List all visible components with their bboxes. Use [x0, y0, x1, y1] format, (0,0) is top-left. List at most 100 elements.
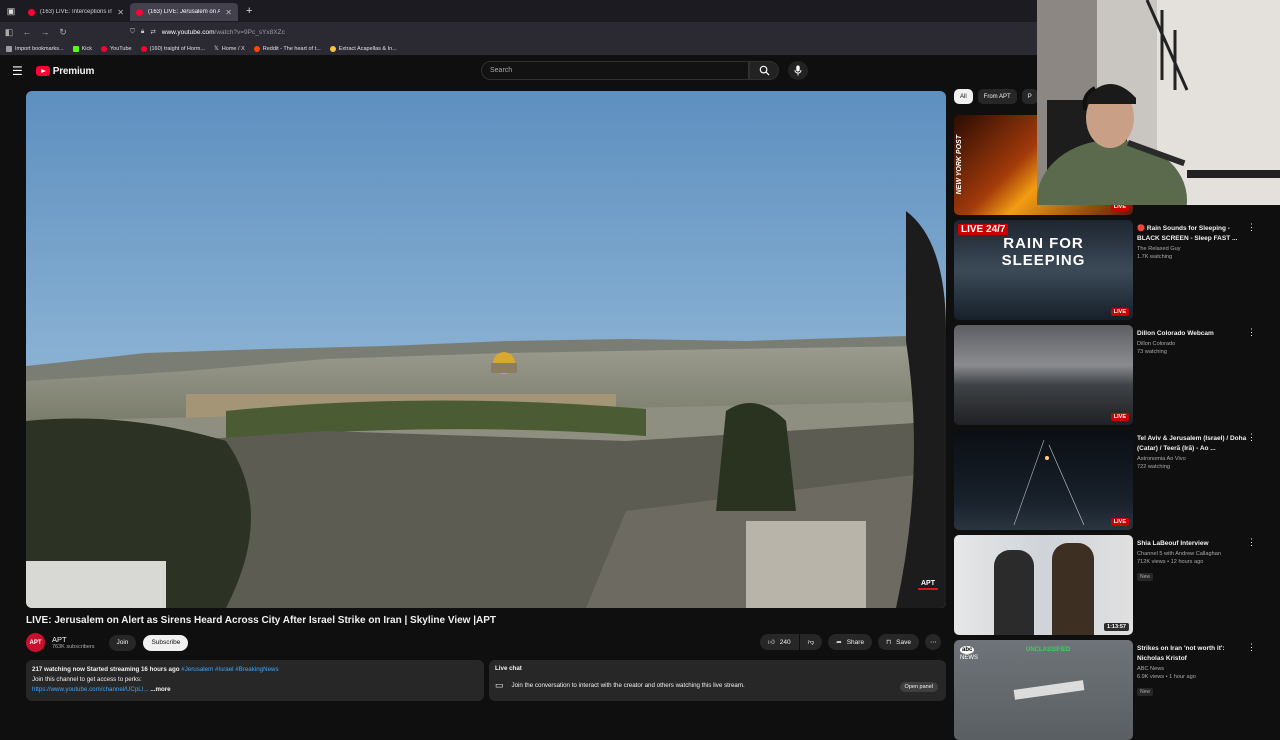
permissions-icon[interactable]: ⇄ — [150, 28, 155, 36]
forward-icon[interactable]: → — [36, 27, 54, 37]
sidebar-panel-icon[interactable]: ◧ — [0, 27, 18, 38]
chip-more[interactable]: P — [1021, 89, 1038, 104]
more-options-icon[interactable]: ⋮ — [1247, 642, 1256, 653]
url-bar[interactable]: ⛉ 🔒︎ ⇄ www.youtube.com/watch?v=9Pc_sYx8X… — [130, 28, 285, 36]
subscribe-button[interactable]: Subscribe — [143, 634, 189, 651]
webcam-frame — [1037, 0, 1280, 205]
new-tab-icon[interactable]: + — [238, 5, 260, 17]
recommendation-info: 🔴 Rain Sounds for Sleeping - BLACK SCREE… — [1137, 224, 1247, 260]
tab-label: (163) LIVE: Interceptions in Tel — [40, 9, 113, 15]
close-tab-icon[interactable]: ✕ — [225, 8, 232, 17]
channel-avatar[interactable]: APT — [26, 633, 45, 652]
new-badge: New — [1137, 573, 1154, 581]
sidebar-toggle-icon[interactable]: ▣ — [0, 0, 22, 22]
more-options-icon[interactable]: ⋮ — [1247, 327, 1256, 338]
description-line: Join this channel to get access to perks… — [32, 676, 142, 683]
recommendation-meta: 722 watching — [1137, 464, 1170, 470]
bookmark-acapellas[interactable]: Extract Acapellas & In... — [329, 45, 397, 52]
missile-trails — [1013, 439, 1085, 526]
bookmark-import[interactable]: Import bookmarks... — [6, 45, 64, 52]
more-options-icon[interactable]: ⋮ — [1247, 222, 1256, 233]
recommendation-title[interactable]: Tel Aviv & Jerusalem (Israel) / Doha (Ca… — [1137, 434, 1247, 454]
thumbnail-text: abc UNCLASSIFIED NEWS — [960, 646, 1071, 661]
recommendation-title[interactable]: Strikes on Iran 'not worth it': Nicholas… — [1137, 644, 1247, 664]
bookmark-x[interactable]: 𝕏 Home / X — [213, 45, 245, 53]
join-button[interactable]: Join — [108, 634, 137, 651]
video-actions: 👍︎ 240 👎︎ ➦ Share ⊓ Save ⋯ — [760, 634, 942, 650]
thumbnail-text: LIVE 24/7 RAIN FOR SLEEPING — [954, 224, 1133, 269]
recommendation-title[interactable]: Shia LaBeouf Interview — [1137, 539, 1247, 549]
url-text[interactable]: www.youtube.com/watch?v=9Pc_sYx8XZc — [162, 29, 285, 36]
x-icon: 𝕏 — [213, 46, 219, 52]
channel-info: APT 763K subscribers — [52, 635, 95, 651]
recommendation-item[interactable]: abc UNCLASSIFIED NEWS Strikes on Iran 'n… — [954, 640, 1280, 740]
search-icon[interactable] — [749, 61, 779, 80]
browser-tab-active[interactable]: (163) LIVE: Jerusalem on Alert a ✕ — [130, 3, 238, 21]
recommendation-channel[interactable]: Channel 5 with Andrew Callaghan — [1137, 551, 1247, 557]
recommendation-item[interactable]: LIVE 24/7 RAIN FOR SLEEPING LIVE 🔴 Rain … — [954, 220, 1280, 320]
video-player[interactable]: APT — [26, 91, 946, 608]
menu-icon[interactable]: ☰ — [12, 64, 23, 78]
youtube-favicon-icon — [136, 8, 143, 16]
logo-text: Premium — [52, 65, 95, 77]
video-thumbnail[interactable]: LIVE — [954, 430, 1133, 530]
recommendation-item[interactable]: 1:13:57 Shia LaBeouf Interview Channel 5… — [954, 535, 1280, 635]
search-input[interactable]: Search — [481, 61, 749, 80]
video-thumbnail[interactable]: abc UNCLASSIFIED NEWS — [954, 640, 1133, 740]
kick-icon — [72, 45, 79, 52]
bookmark-reddit[interactable]: Reddit - The heart of t... — [253, 45, 321, 52]
lock-icon[interactable]: 🔒︎ — [141, 28, 144, 36]
open-chat-button[interactable]: Open panel — [899, 682, 938, 692]
youtube-logo[interactable]: Premium — [35, 65, 95, 77]
more-options-icon[interactable]: ⋮ — [1247, 432, 1256, 443]
recommendation-channel[interactable]: Astronomia Ao Vivo — [1137, 456, 1247, 462]
close-tab-icon[interactable]: ✕ — [117, 8, 124, 17]
dislike-button[interactable]: 👎︎ — [799, 634, 823, 650]
more-options-icon[interactable]: ⋮ — [1247, 537, 1256, 548]
recommendation-meta: 73 watching — [1137, 349, 1167, 355]
description-link[interactable]: https://www.youtube.com/channel/UCpLI... — [32, 686, 149, 693]
live-chat-box: Live chat ▭ Join the conversation to int… — [489, 660, 946, 701]
reload-icon[interactable]: ↻ — [54, 27, 72, 38]
video-thumbnail[interactable]: 1:13:57 — [954, 535, 1133, 635]
browser-tab[interactable]: (163) LIVE: Interceptions in Tel ✕ — [22, 3, 130, 21]
thumbs-up-icon: 👍︎ — [768, 639, 775, 646]
recommendation-channel[interactable]: The Relaxed Guy — [1137, 246, 1247, 252]
chip-all[interactable]: All — [954, 89, 973, 104]
channel-name[interactable]: APT — [52, 635, 95, 644]
reddit-icon — [253, 45, 260, 52]
recommendation-item[interactable]: LIVE Dillon Colorado Webcam Dillon Color… — [954, 325, 1280, 425]
microphone-icon[interactable] — [788, 61, 808, 80]
duration-badge: 1:13:57 — [1104, 623, 1129, 631]
recommendation-channel[interactable]: ABC News — [1137, 666, 1247, 672]
recommendation-item[interactable]: LIVE Tel Aviv & Jerusalem (Israel) / Doh… — [954, 430, 1280, 530]
bookmark-youtube[interactable]: YouTube — [101, 45, 132, 52]
acapella-icon — [329, 45, 336, 52]
youtube-icon — [140, 45, 147, 52]
bookmark-kick[interactable]: Kick — [72, 45, 92, 52]
recommendation-title[interactable]: Dillon Colorado Webcam — [1137, 329, 1247, 339]
description-stats: 217 watching now Started streaming 16 ho… — [32, 666, 180, 673]
more-button[interactable]: ...more — [150, 686, 170, 693]
webcam-overlay — [1037, 0, 1280, 205]
live-badge: LIVE — [1110, 413, 1129, 421]
recommendation-channel[interactable]: Dillon Colorado — [1137, 341, 1247, 347]
recommendation-info: Strikes on Iran 'not worth it': Nicholas… — [1137, 644, 1247, 698]
share-icon: ➦ — [836, 639, 842, 646]
video-title: LIVE: Jerusalem on Alert as Sirens Heard… — [26, 615, 497, 626]
recommendation-title[interactable]: 🔴 Rain Sounds for Sleeping - BLACK SCREE… — [1137, 224, 1247, 244]
back-icon[interactable]: ← — [18, 27, 36, 37]
description-box[interactable]: 217 watching now Started streaming 16 ho… — [26, 660, 484, 701]
video-thumbnail[interactable]: LIVE — [954, 325, 1133, 425]
youtube-play-icon — [35, 66, 50, 76]
share-button[interactable]: ➦ Share — [828, 634, 873, 650]
save-button[interactable]: ⊓ Save — [878, 634, 919, 650]
shield-icon[interactable]: ⛉ — [130, 28, 135, 36]
description-tags[interactable]: #Jerusalem #Israel #BreakingNews — [181, 666, 278, 673]
recommendation-meta: 1.7K watching — [1137, 254, 1173, 260]
like-button[interactable]: 👍︎ 240 — [760, 634, 799, 650]
bookmark-hormuz[interactable]: (160) traight of Horm... — [140, 45, 205, 52]
chip-from-apt[interactable]: From APT — [977, 89, 1017, 104]
video-thumbnail[interactable]: LIVE 24/7 RAIN FOR SLEEPING LIVE — [954, 220, 1133, 320]
more-actions-icon[interactable]: ⋯ — [924, 634, 942, 650]
